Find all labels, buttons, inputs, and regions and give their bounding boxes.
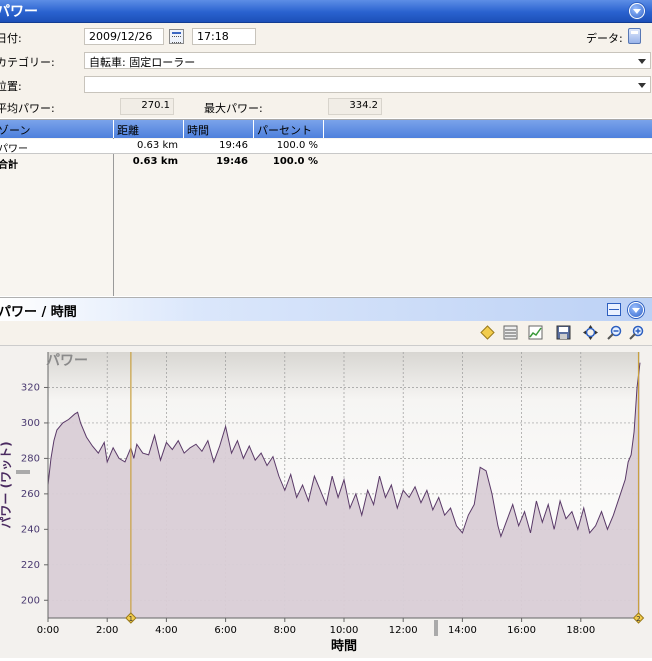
x-tick-label: 8:00 — [274, 625, 296, 636]
chart-panel-header: パワー / 時間 — [0, 297, 652, 321]
total-zone: 合計 — [0, 160, 18, 171]
time-field[interactable]: 17:18 — [192, 28, 256, 45]
col-zone[interactable]: ゾーン — [0, 122, 30, 138]
x-tick-label: 12:00 — [389, 625, 418, 636]
window-title: パワー — [0, 4, 38, 20]
col-time[interactable]: 時間 — [187, 122, 209, 138]
x-tick-label: 10:00 — [330, 625, 359, 636]
avg-power-label: 平均パワー: — [0, 102, 55, 115]
chart-collapse-icon[interactable] — [628, 302, 644, 318]
zone-table: ゾーン 距離 時間 パーセント パワー 0.63 km 19:46 100.0 … — [0, 119, 652, 296]
total-time: 19:46 — [216, 156, 248, 167]
lines-icon[interactable] — [503, 325, 518, 340]
date-field[interactable]: 2009/12/26 — [84, 28, 164, 45]
col-separator — [183, 120, 184, 138]
x-tick-label: 6:00 — [214, 625, 236, 636]
zoom-in-icon[interactable] — [629, 325, 644, 340]
y-tick-label: 260 — [21, 489, 40, 500]
calculator-icon[interactable] — [628, 28, 641, 44]
calendar-icon[interactable] — [169, 29, 184, 44]
x-tick-label: 18:00 — [566, 625, 595, 636]
chart-title: パワー — [46, 353, 88, 369]
marker-icon[interactable] — [480, 325, 495, 340]
activity-form: 日付: 2009/12/26 17:18 データ: カテゴリー: 自転車: 固定… — [0, 23, 652, 118]
x-tick-label: 2:00 — [96, 625, 118, 636]
col-separator — [323, 120, 324, 138]
row-divider — [0, 153, 652, 154]
chart-toolbar — [0, 321, 652, 346]
x-tick-label: 0:00 — [37, 625, 59, 636]
row-percent: 100.0 % — [276, 140, 318, 151]
total-percent: 100.0 % — [272, 156, 318, 167]
lap-marker-label: 2 — [636, 615, 640, 623]
power-chart-svg[interactable]: 1 2 0:00 2:00 4:00 6:00 8:00 10:00 12:00 14:00 16:… — [0, 346, 652, 658]
location-dropdown-icon[interactable] — [635, 77, 649, 92]
table-header: ゾーン 距離 時間 パーセント — [0, 120, 652, 138]
x-tick-label: 16:00 — [507, 625, 536, 636]
x-tick-label: 4:00 — [155, 625, 177, 636]
date-label: 日付: — [0, 32, 22, 45]
layout-icon[interactable] — [607, 303, 621, 316]
category-dropdown-icon[interactable] — [635, 53, 649, 68]
col-distance[interactable]: 距離 — [117, 122, 139, 138]
y-tick-label: 320 — [21, 382, 40, 393]
max-power-label: 最大パワー: — [204, 102, 263, 115]
fit-view-icon[interactable] — [583, 325, 598, 340]
total-distance: 0.63 km — [132, 156, 178, 167]
y-tick-label: 240 — [21, 524, 40, 535]
x-axis-label: 時間 — [331, 638, 357, 654]
chart-panel-title: パワー / 時間 — [0, 305, 77, 320]
zoom-out-icon[interactable] — [607, 325, 622, 340]
col-separator — [113, 120, 114, 138]
row-distance: 0.63 km — [137, 140, 178, 151]
location-select[interactable] — [84, 76, 651, 93]
avg-power-value: 270.1 — [120, 98, 174, 115]
max-power-value: 334.2 — [328, 98, 382, 115]
location-label: 位置: — [0, 80, 22, 93]
col-percent[interactable]: パーセント — [257, 122, 312, 138]
splitter-handle — [434, 620, 438, 636]
y-tick-label: 220 — [21, 560, 40, 571]
category-label: カテゴリー: — [0, 56, 55, 69]
table-row[interactable]: パワー 0.63 km 19:46 100.0 % — [0, 139, 652, 155]
collapse-icon[interactable] — [629, 3, 645, 19]
category-select[interactable]: 自転車: 固定ローラー — [84, 52, 651, 69]
col-separator — [253, 120, 254, 138]
y-axis-label: パワー (ワット) — [0, 441, 13, 528]
y-tick-label: 280 — [21, 453, 40, 464]
save-icon[interactable] — [556, 325, 571, 340]
lap-marker-label: 1 — [129, 615, 133, 623]
power-chart[interactable]: 1 2 0:00 2:00 4:00 6:00 8:00 10:00 12:00 14:00 16:… — [0, 346, 652, 658]
y-tick-label: 300 — [21, 418, 40, 429]
x-tick-label: 14:00 — [448, 625, 477, 636]
y-tick-label: 200 — [21, 595, 40, 606]
splitter-handle — [16, 470, 30, 474]
window-header: パワー — [0, 0, 652, 23]
table-row-total[interactable]: 合計 0.63 km 19:46 100.0 % — [0, 155, 652, 171]
chart-type-icon[interactable] — [528, 325, 543, 340]
row-time: 19:46 — [219, 140, 248, 151]
data-label: データ: — [586, 32, 623, 45]
